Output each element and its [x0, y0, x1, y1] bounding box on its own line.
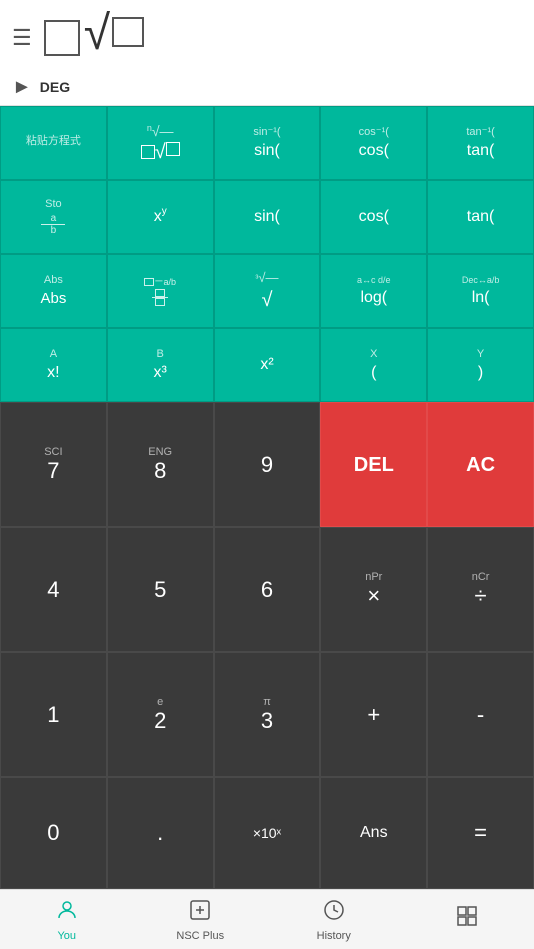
grid-icon: [455, 904, 479, 934]
sqrt-inner-box: [112, 17, 144, 47]
num-key-_[interactable]: +: [320, 652, 427, 777]
person-icon: [55, 898, 79, 928]
sci-key-x_[interactable]: x²: [214, 328, 321, 402]
deg-label: DEG: [40, 79, 70, 95]
nav-label-0: You: [57, 930, 76, 942]
sci-key-Sto[interactable]: Stoab: [0, 180, 107, 254]
num-key-7[interactable]: SCI7: [0, 402, 107, 527]
num-key-2[interactable]: e2: [107, 652, 214, 777]
nav-label-1: NSC Plus: [176, 930, 224, 942]
send-icon[interactable]: ►: [12, 76, 32, 99]
sci-key-[interactable]: xy: [107, 180, 214, 254]
numeric-keyboard: SCI7ENG89DELAC 456nPr×nCr÷ 1e2π3+- 0.×10ˣAn…: [0, 402, 534, 889]
formula-display: √: [44, 10, 144, 66]
num-key-8[interactable]: ENG8: [107, 402, 214, 527]
num-key-_[interactable]: =: [427, 777, 534, 889]
sqrt-symbol: √: [84, 10, 110, 58]
sci-key-cos_[interactable]: cos(: [320, 180, 427, 254]
sci-key-x_[interactable]: Bx³: [107, 328, 214, 402]
nav-item-you[interactable]: You: [0, 890, 134, 949]
sci-key-sin_[interactable]: sin(: [214, 180, 321, 254]
sci-key-x_[interactable]: Ax!: [0, 328, 107, 402]
num-key-0[interactable]: 0: [0, 777, 107, 889]
num-key-3[interactable]: π3: [214, 652, 321, 777]
header-bottom: ► DEG: [12, 70, 522, 99]
menu-icon[interactable]: ☰: [12, 25, 32, 51]
num-key-AC[interactable]: AC: [427, 402, 534, 527]
num-key-_[interactable]: nCr÷: [427, 527, 534, 652]
sci-key-[interactable]: ─ a/b: [107, 254, 214, 328]
sci-key-tan_[interactable]: tan(: [427, 180, 534, 254]
sci-key-Abs[interactable]: AbsAbs: [0, 254, 107, 328]
header-top: ☰ √: [12, 10, 522, 66]
num-key-_[interactable]: .: [107, 777, 214, 889]
nav-item-history[interactable]: History: [267, 890, 401, 949]
formula-box: [44, 20, 80, 56]
num-key-_[interactable]: -: [427, 652, 534, 777]
sci-key-[interactable]: ³√—√: [214, 254, 321, 328]
sci-key-[interactable]: n√—√: [107, 106, 214, 180]
num-key-6[interactable]: 6: [214, 527, 321, 652]
num-key-1[interactable]: 1: [0, 652, 107, 777]
num-key-DEL[interactable]: DEL: [320, 402, 427, 527]
sci-key-tan_[interactable]: tan⁻¹(tan(: [427, 106, 534, 180]
nav-item-nsc-plus[interactable]: NSC Plus: [134, 890, 268, 949]
num-key-Ans[interactable]: Ans: [320, 777, 427, 889]
sci-key-sin_[interactable]: sin⁻¹(sin(: [214, 106, 321, 180]
scientific-keyboard: 粘贴方程式n√—√sin⁻¹(sin(cos⁻¹(cos(tan⁻¹(tan( S…: [0, 106, 534, 402]
clock-icon: [322, 898, 346, 928]
num-key-4[interactable]: 4: [0, 527, 107, 652]
num-key-9[interactable]: 9: [214, 402, 321, 527]
num-key-5[interactable]: 5: [107, 527, 214, 652]
sci-key-log_[interactable]: a↔c d/elog(: [320, 254, 427, 328]
sci-key-_[interactable]: Y): [427, 328, 534, 402]
bottom-nav: You NSC Plus History: [0, 889, 534, 949]
sci-key-ln_[interactable]: Dec↔a/bln(: [427, 254, 534, 328]
nav-item-[interactable]: [401, 890, 534, 949]
plus-square-icon: [188, 898, 212, 928]
sci-key-_____[interactable]: 粘贴方程式: [0, 106, 107, 180]
sci-key-_[interactable]: X(: [320, 328, 427, 402]
header: ☰ √ ► DEG: [0, 0, 534, 106]
num-key-_[interactable]: nPr×: [320, 527, 427, 652]
sci-key-cos_[interactable]: cos⁻¹(cos(: [320, 106, 427, 180]
num-key-_10_[interactable]: ×10ˣ: [214, 777, 321, 889]
nav-label-2: History: [317, 930, 351, 942]
